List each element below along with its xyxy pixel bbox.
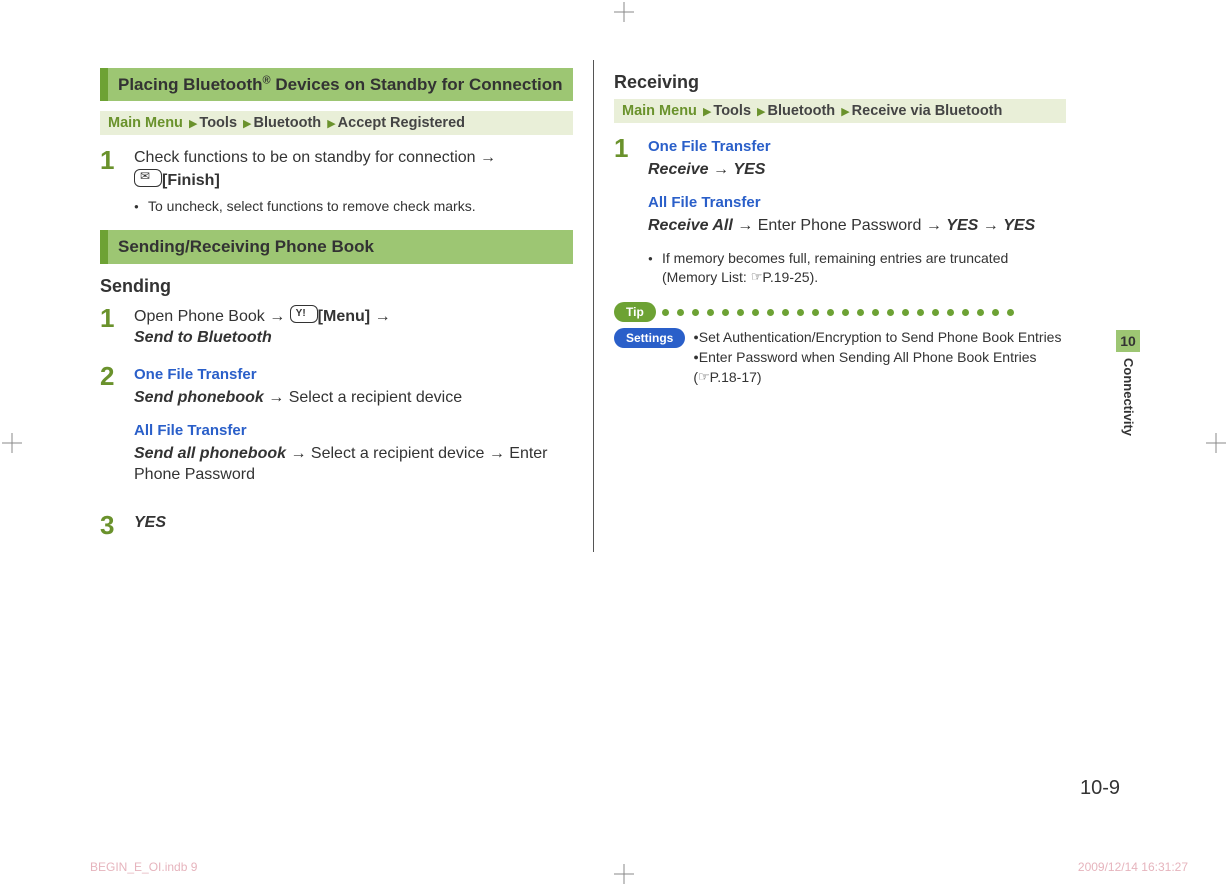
right-column: Receiving Main Menu ▶Tools ▶Bluetooth ▶R…	[593, 60, 1066, 552]
option-label: One File Transfer	[648, 137, 1066, 157]
mail-key-icon	[134, 169, 162, 187]
receiving-step-1: 1 One File Transfer Receive → YES All Fi…	[614, 135, 1066, 286]
section-band-standby: Placing Bluetooth® Devices on Standby fo…	[100, 68, 573, 101]
sending-step-1: 1 Open Phone Book → [Menu] → Send to Blu…	[100, 305, 573, 349]
crop-mark-icon	[614, 2, 634, 22]
crop-mark-icon	[2, 433, 22, 453]
side-tab: 10 Connectivity	[1116, 330, 1140, 436]
memory-note: If memory becomes full, remaining entrie…	[648, 249, 1066, 287]
action-text: YES	[1003, 217, 1035, 234]
action-text: Receive	[648, 161, 709, 178]
step-number: 3	[100, 512, 124, 538]
footer-left: BEGIN_E_OI.indb 9	[90, 860, 197, 874]
step-number: 2	[100, 363, 124, 498]
print-footer: BEGIN_E_OI.indb 9 2009/12/14 16:31:27	[90, 860, 1188, 874]
sending-step-2: 2 One File Transfer Send phonebook → Sel…	[100, 363, 573, 498]
tab-number: 10	[1116, 330, 1140, 352]
pointer-icon: ☞	[698, 368, 710, 386]
pointer-icon: ☞	[751, 268, 763, 286]
step-note: To uncheck, select functions to remove c…	[134, 197, 573, 216]
settings-item: Enter Password when Sending All Phone Bo…	[699, 349, 1037, 365]
step-number: 1	[100, 305, 124, 349]
sending-step-3: 3 YES	[100, 512, 573, 538]
action-text: Receive All	[648, 217, 733, 234]
settings-ref: P.18-17)	[710, 369, 762, 385]
step-text: Open Phone Book	[134, 308, 269, 325]
settings-row: Settings ●Set Authentication/Encryption …	[614, 328, 1066, 387]
page-number: 10-9	[1080, 777, 1120, 800]
breadcrumb: Main Menu ▶Tools ▶Bluetooth ▶Receive via…	[614, 99, 1066, 123]
tab-label: Connectivity	[1116, 352, 1140, 436]
subhead-receiving: Receiving	[614, 72, 1066, 93]
action-text: Send to Bluetooth	[134, 329, 272, 346]
option-text: Select a recipient device	[289, 389, 462, 406]
option-label: All File Transfer	[648, 193, 1066, 213]
menu-label: [Menu]	[318, 308, 370, 325]
settings-pill: Settings	[614, 328, 685, 348]
finish-label: [Finish]	[162, 172, 220, 189]
step-number: 1	[614, 135, 638, 286]
settings-item: Set Authentication/Encryption to Send Ph…	[699, 329, 1062, 345]
option-text: Enter Phone Password	[758, 217, 922, 234]
step-1: 1 Check functions to be on standby for c…	[100, 147, 573, 216]
step-text: Check functions to be on standby for con…	[134, 149, 480, 166]
step-number: 1	[100, 147, 124, 216]
tip-row: Tip	[614, 302, 1066, 322]
dots-divider	[662, 309, 1066, 316]
action-text: YES	[134, 514, 166, 531]
y-key-icon	[290, 305, 318, 323]
crop-mark-icon	[614, 864, 634, 884]
tip-pill: Tip	[614, 302, 656, 322]
option-text: Select a recipient device	[311, 445, 484, 462]
action-text: Send phonebook	[134, 389, 264, 406]
footer-right: 2009/12/14 16:31:27	[1078, 860, 1188, 874]
option-label: All File Transfer	[134, 421, 573, 441]
action-text: YES	[733, 161, 765, 178]
breadcrumb: Main Menu ▶Tools ▶Bluetooth ▶Accept Regi…	[100, 111, 573, 135]
crop-mark-icon	[1206, 433, 1226, 453]
band-text: Placing Bluetooth® Devices on Standby fo…	[118, 74, 563, 95]
action-text: Send all phonebook	[134, 445, 286, 462]
left-column: Placing Bluetooth® Devices on Standby fo…	[100, 60, 573, 552]
section-band-phonebook: Sending/Receiving Phone Book	[100, 230, 573, 263]
option-label: One File Transfer	[134, 365, 573, 385]
action-text: YES	[946, 217, 978, 234]
band-text: Sending/Receiving Phone Book	[118, 236, 563, 257]
subhead-sending: Sending	[100, 276, 573, 297]
